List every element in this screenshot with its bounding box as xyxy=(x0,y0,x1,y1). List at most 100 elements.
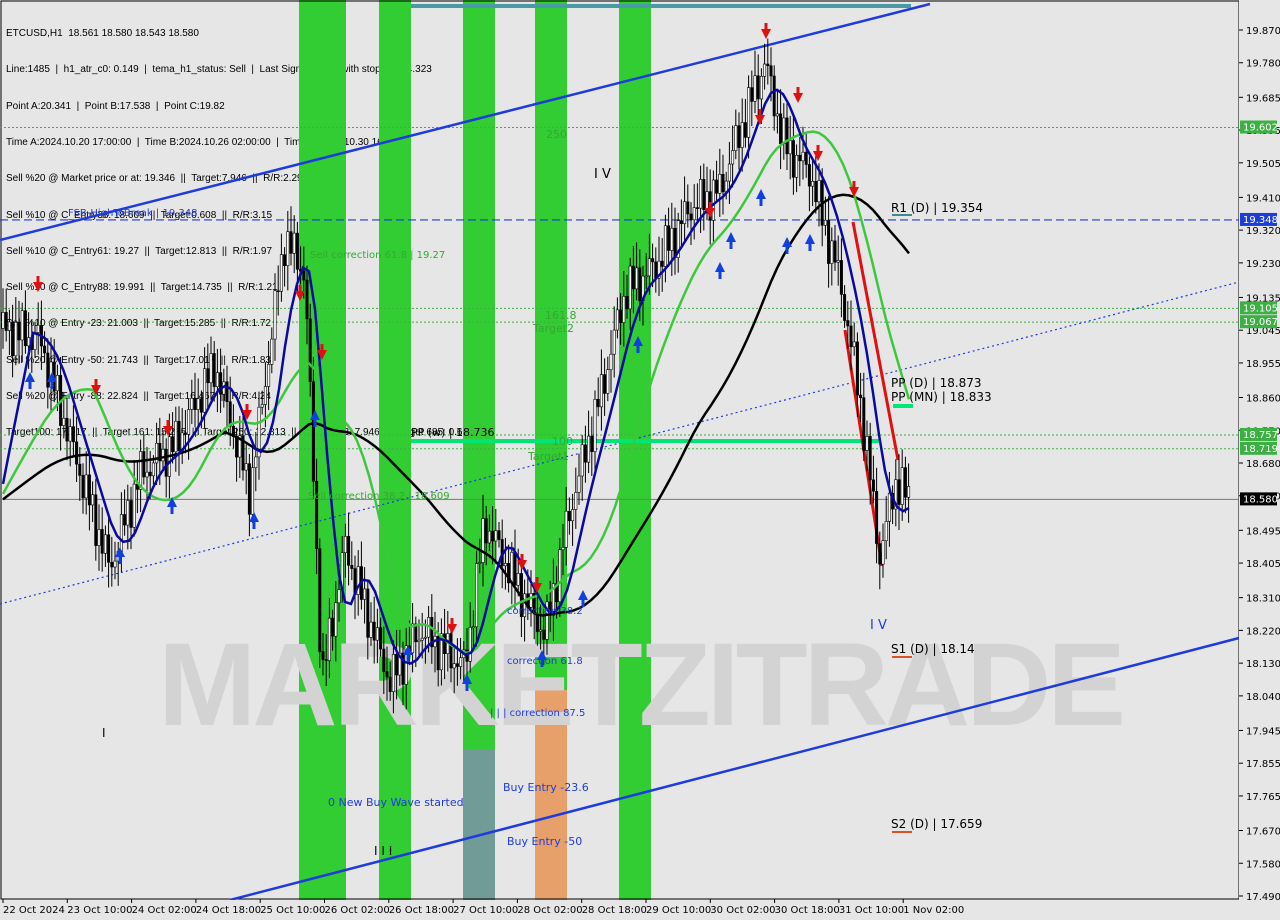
candle-body xyxy=(740,122,744,148)
candle-body xyxy=(606,369,610,394)
candle-body xyxy=(420,637,424,641)
candle-body xyxy=(164,448,168,477)
price-highlight-label: 19.348 xyxy=(1243,215,1278,226)
ema-fast xyxy=(1,88,910,665)
candle-body xyxy=(782,117,786,144)
time-tick-label: 27 Oct 10:00 xyxy=(453,905,518,916)
wave-i-label: I xyxy=(102,726,106,740)
correction-38-label: correction 38.2 xyxy=(507,606,583,617)
sell-correction-38-label: Sell correction 38.2 | 18.609 xyxy=(308,491,450,502)
time-tick-label: 30 Oct 18:00 xyxy=(775,905,840,916)
buy-arrow-icon xyxy=(578,590,588,600)
candle-body xyxy=(846,320,850,327)
candle-body xyxy=(385,671,389,678)
candle-body xyxy=(203,368,207,413)
candle-body xyxy=(302,270,306,281)
top-bar xyxy=(411,4,911,8)
candle-body xyxy=(468,627,472,662)
candle-body xyxy=(103,534,107,554)
candle-body xyxy=(305,279,309,320)
candle-body xyxy=(686,201,690,215)
candle-body xyxy=(43,345,47,354)
candle-body xyxy=(628,265,632,310)
price-tick-label: 19.320 xyxy=(1246,226,1280,237)
candle-body xyxy=(324,659,328,661)
candle-body xyxy=(23,310,27,347)
candle-body xyxy=(868,436,872,481)
candle-body xyxy=(884,521,888,542)
candle-body xyxy=(308,318,312,382)
candle-body xyxy=(734,125,738,151)
pp-w-label: PP (w) | 18.736 xyxy=(411,426,495,439)
candle-body xyxy=(667,225,671,251)
candle-body xyxy=(497,530,501,540)
candle-body xyxy=(705,191,709,210)
buy-arrow-icon xyxy=(756,189,766,199)
candle-body xyxy=(763,63,767,77)
buy-arrow-icon xyxy=(715,262,725,272)
price-tick-label: 18.040 xyxy=(1246,692,1280,703)
candle-body xyxy=(126,500,130,526)
buy-arrow-stem xyxy=(118,557,122,564)
price-axis[interactable]: 19.87019.78019.68519.59519.50519.41019.3… xyxy=(1239,0,1280,903)
time-tick-label: 29 Oct 10:00 xyxy=(646,905,711,916)
candle-body xyxy=(174,420,178,453)
price-tick-label: 18.680 xyxy=(1246,459,1280,470)
buy-arrow-icon xyxy=(115,547,125,557)
candle-body xyxy=(235,436,239,458)
sell-arrow-stem xyxy=(758,109,762,116)
time-tick-label: 31 Oct 10:00 xyxy=(839,905,904,916)
candle-body xyxy=(843,294,847,321)
candle-body xyxy=(862,397,866,451)
candle-body xyxy=(372,621,376,641)
candle-body xyxy=(225,381,229,403)
fsb-label: FSB-HighToBreak | 19.348 xyxy=(68,208,197,219)
target2-label: Target2 xyxy=(532,322,574,335)
candle-body xyxy=(279,254,283,292)
price-tick-label: 19.870 xyxy=(1246,26,1280,37)
price-chart[interactable]: MARKETZITRADE FSB-HighToBreak | 19.348 R… xyxy=(0,0,1280,920)
price-tick-label: 17.855 xyxy=(1246,759,1280,770)
buy-arrow-stem xyxy=(406,655,410,662)
candle-body xyxy=(17,321,21,341)
candle-body xyxy=(452,663,456,669)
candle-body xyxy=(46,352,50,388)
sell-arrow-stem xyxy=(764,23,768,30)
candle-body xyxy=(593,399,597,452)
price-highlight-label: 18.719 xyxy=(1243,444,1278,455)
buy-arrow-stem xyxy=(50,382,54,389)
candle-body xyxy=(20,310,24,341)
candle-body xyxy=(772,75,776,117)
candle-body xyxy=(599,374,603,408)
time-tick-label: 23 Oct 10:00 xyxy=(67,905,132,916)
buy-arrow-stem xyxy=(313,420,317,427)
sell-arrow-icon xyxy=(793,93,803,103)
candle-body xyxy=(363,588,367,600)
candle-body xyxy=(798,154,802,162)
price-tick-label: 18.130 xyxy=(1246,659,1280,670)
candle-body xyxy=(36,324,40,333)
price-tick-label: 17.765 xyxy=(1246,792,1280,803)
buy-arrow-stem xyxy=(808,244,812,251)
candle-body xyxy=(7,321,11,331)
candle-body xyxy=(683,201,687,224)
price-highlight-label: 18.757 xyxy=(1243,430,1278,441)
price-tick-label: 19.780 xyxy=(1246,59,1280,70)
candle-body xyxy=(647,258,651,277)
time-tick-label: 24 Oct 18:00 xyxy=(196,905,261,916)
candle-body xyxy=(110,562,114,568)
candle-body xyxy=(558,549,562,603)
candle-body xyxy=(590,435,594,452)
candle-body xyxy=(574,492,578,510)
time-axis[interactable]: 22 Oct 2024 23 Oct 10:00 24 Oct 02:00 24 Oc… xyxy=(0,899,1280,920)
candle-body xyxy=(660,260,664,267)
candle-body xyxy=(318,548,322,652)
candle-body xyxy=(270,338,274,365)
candle-body xyxy=(244,463,248,471)
candle-body xyxy=(801,151,805,162)
candle-body xyxy=(878,543,882,565)
candle-body xyxy=(596,399,600,408)
price-tick-label: 19.410 xyxy=(1246,193,1280,204)
candle-body xyxy=(836,260,840,263)
time-tick-label: 26 Oct 18:00 xyxy=(389,905,454,916)
